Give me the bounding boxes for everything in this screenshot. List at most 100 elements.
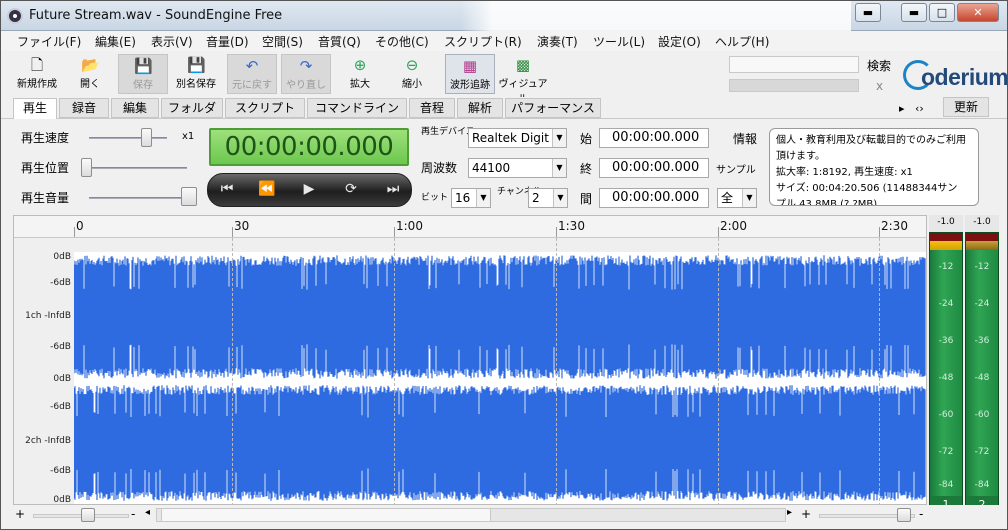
timeline-ruler[interactable]: 0 30 1:00 1:30 2:00 2:30 <box>14 216 926 238</box>
search-results-field[interactable] <box>729 79 859 92</box>
loop-icon[interactable]: ⟳ <box>336 181 366 197</box>
menu-volume[interactable]: 音量(D) <box>206 33 249 50</box>
menu-play[interactable]: 演奏(T) <box>537 33 578 50</box>
volume-slider-thumb[interactable] <box>181 187 197 206</box>
menu-file[interactable]: ファイル(F) <box>17 33 81 50</box>
meter-mark: -12 <box>938 262 954 272</box>
minimize-icon-button[interactable]: ▬ <box>901 3 927 22</box>
maximize-button[interactable]: □ <box>929 3 955 22</box>
undo-button[interactable]: ↶ 元に戻す <box>227 54 277 94</box>
zoom-minus-button[interactable]: - <box>131 507 135 521</box>
scrollbar-thumb[interactable] <box>161 508 491 522</box>
db-label: 1ch -InfdB <box>25 311 71 321</box>
ruler-label: 2:30 <box>881 219 908 233</box>
info-line: サイズ: 00:04:20.506 (11488344サン <box>776 183 958 194</box>
grid-line <box>556 238 557 506</box>
tab-scroll-right-icon[interactable]: ▸ <box>899 102 905 115</box>
new-button[interactable]: 🗋 新規作成 <box>11 54 63 94</box>
bit-select[interactable]: 16 ▼ <box>451 188 491 208</box>
tab-performance[interactable]: パフォーマンス <box>505 98 601 118</box>
vertical-zoom-thumb[interactable] <box>897 508 911 522</box>
meter-peak: -1.0 <box>937 217 955 227</box>
start-time-field[interactable]: 00:00:00.000 <box>599 128 709 148</box>
position-slider[interactable] <box>81 167 187 169</box>
tab-edit[interactable]: 編集 <box>111 98 159 118</box>
menu-script[interactable]: スクリプト(R) <box>444 33 522 50</box>
time-display: 00:00:00.000 <box>209 128 409 166</box>
app-icon[interactable] <box>7 8 23 24</box>
visual-button[interactable]: ▩ヴィジュアル <box>498 54 548 105</box>
ruler-label: 0 <box>76 219 84 233</box>
ruler-label: 1:30 <box>558 219 585 233</box>
tab-play[interactable]: 再生 <box>13 98 57 120</box>
skip-start-icon[interactable]: ⏮ <box>212 181 242 197</box>
search-clear-button[interactable]: x <box>876 79 883 93</box>
sync-icon[interactable]: ‹› <box>915 102 924 115</box>
ruler-label: 1:00 <box>396 219 423 233</box>
device-label: 再生デバイス <box>421 127 475 137</box>
menu-bar: ファイル(F) 編集(E) 表示(V) 音量(D) 空間(S) 音質(Q) その… <box>1 31 1007 51</box>
close-button[interactable]: ✕ <box>957 3 999 22</box>
meter-clip <box>966 233 998 241</box>
menu-edit[interactable]: 編集(E) <box>95 33 136 50</box>
select-all-dropdown[interactable]: 全 ▼ <box>717 188 757 208</box>
meter-bar: -12 -24 -36 -48 -60 -72 -84 1 <box>929 232 963 515</box>
range-time-field[interactable]: 00:00:00.000 <box>599 188 709 208</box>
ruler-tick <box>232 227 233 237</box>
save-button[interactable]: 💾 保存 <box>118 54 168 94</box>
tab-folder[interactable]: フォルダ <box>161 98 223 118</box>
skip-end-icon[interactable]: ⏭ <box>378 181 408 197</box>
position-slider-thumb[interactable] <box>81 158 92 177</box>
tab-pitch[interactable]: 音程 <box>409 98 455 118</box>
zoom-in-button[interactable]: ⊕ 拡大 <box>337 54 383 94</box>
db-label: -6dB <box>50 278 71 288</box>
db-label: -6dB <box>50 402 71 412</box>
open-button[interactable]: 📂 開く <box>67 54 113 94</box>
db-label: -6dB <box>50 342 71 352</box>
scroll-left-icon[interactable]: ◂ <box>145 507 150 518</box>
wave-follow-button[interactable]: ▦ 波形追跡 <box>445 54 495 94</box>
redo-button[interactable]: ↷ やり直し <box>281 54 331 94</box>
title-bar: Future Stream.wav - SoundEngine Free ▬ ▬… <box>1 1 1007 31</box>
level-meter-1: -1.0 -12 -24 -36 -48 -60 -72 -84 1 <box>929 215 963 522</box>
grid-line <box>718 238 719 506</box>
menu-settings[interactable]: 設定(O) <box>658 33 701 50</box>
minimize-button[interactable]: ▬ <box>855 3 881 22</box>
speed-slider[interactable] <box>89 137 167 139</box>
speed-slider-thumb[interactable] <box>141 128 152 147</box>
waveform-view[interactable]: 0 30 1:00 1:30 2:00 2:30 0dB -6dB 1ch -I… <box>13 215 927 506</box>
menu-view[interactable]: 表示(V) <box>151 33 193 50</box>
menu-quality[interactable]: 音質(Q) <box>318 33 361 50</box>
rewind-icon[interactable]: ⏪ <box>252 181 282 197</box>
zoom-slider-thumb[interactable] <box>81 508 95 522</box>
toolbar: 🗋 新規作成 📂 開く 💾 保存 💾 別名保存 ↶ 元に戻す ↷ やり直し ⊕ 拡大 ⊖ 縮小 … <box>1 52 1007 105</box>
end-time-field[interactable]: 00:00:00.000 <box>599 158 709 178</box>
waveform-path <box>74 385 926 501</box>
menu-other[interactable]: その他(C) <box>375 33 429 50</box>
frequency-select[interactable]: 44100 ▼ <box>468 158 567 178</box>
tab-record[interactable]: 録音 <box>59 98 109 118</box>
tab-analysis[interactable]: 解析 <box>457 98 503 118</box>
zoom-plus-button[interactable]: + <box>15 507 25 521</box>
vzoom-minus-button[interactable]: - <box>919 507 923 521</box>
meter-warn <box>930 241 962 250</box>
meter-mark: -36 <box>938 336 954 346</box>
device-select[interactable]: Realtek Digit ▼ <box>468 128 567 148</box>
menu-space[interactable]: 空間(S) <box>262 33 303 50</box>
save-as-button[interactable]: 💾 別名保存 <box>171 54 221 94</box>
menu-help[interactable]: ヘルプ(H) <box>715 33 769 50</box>
channel-1-waveform[interactable] <box>74 252 926 382</box>
channel-select[interactable]: 2 ▼ <box>528 188 568 208</box>
chevron-down-icon: ▼ <box>552 159 566 177</box>
zoom-out-button[interactable]: ⊖ 縮小 <box>389 54 435 94</box>
chevron-down-icon: ▼ <box>553 189 567 207</box>
vzoom-plus-button[interactable]: + <box>801 507 811 521</box>
menu-tools[interactable]: ツール(L) <box>593 33 645 50</box>
scroll-right-icon[interactable]: ▸ <box>787 507 792 518</box>
search-input[interactable] <box>729 56 859 73</box>
channel-2-waveform[interactable] <box>74 382 926 504</box>
refresh-button[interactable]: 更新 <box>943 97 989 117</box>
tab-command-line[interactable]: コマンドライン <box>307 98 407 118</box>
tab-script[interactable]: スクリプト <box>225 98 305 118</box>
play-icon[interactable]: ▶ <box>294 181 324 197</box>
